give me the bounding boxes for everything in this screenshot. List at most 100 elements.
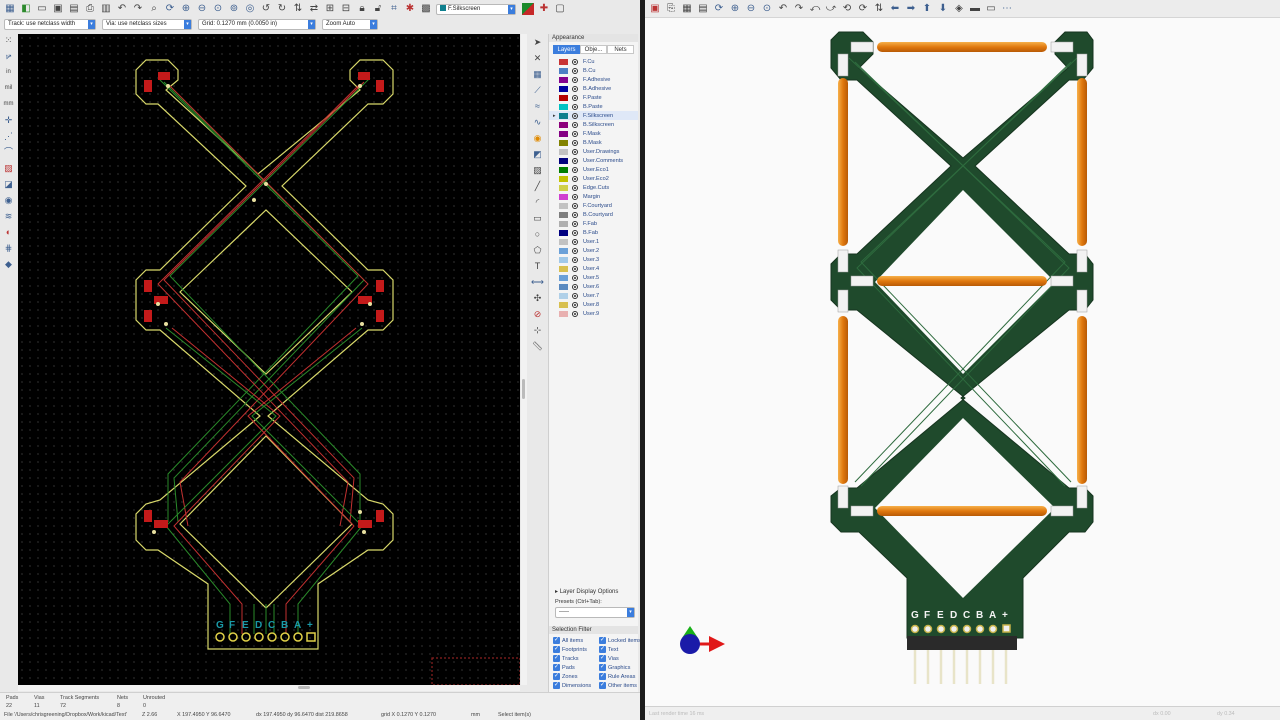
unlock-icon[interactable]: 🔓︎ — [372, 3, 384, 15]
high-contrast-icon[interactable]: ◐ — [3, 226, 15, 238]
visibility-eye-icon[interactable] — [572, 85, 578, 92]
layer-color-swatch[interactable] — [559, 310, 568, 317]
measure-icon[interactable]: 📏︎ — [532, 340, 544, 352]
rotate-z-cw-icon[interactable]: ⟳ — [857, 3, 869, 15]
layer-row[interactable]: B.Fab — [549, 228, 638, 237]
mirror-vertical-icon[interactable]: ⇅ — [292, 3, 304, 15]
selection-filter-item[interactable]: ✓ Other items — [599, 681, 643, 690]
layer-row[interactable]: User.6 — [549, 282, 638, 291]
vertical-scrollbar[interactable] — [521, 34, 527, 685]
layer-row[interactable]: F.Adhesive — [549, 75, 638, 84]
selection-filter-item[interactable]: ✓ Tracks — [553, 654, 599, 663]
zone-fill-icon[interactable]: ▨ — [3, 162, 15, 174]
layer-row[interactable]: User.Drawings — [549, 147, 638, 156]
layer-row[interactable]: User.7 — [549, 291, 638, 300]
via-outline-icon[interactable]: ◉ — [3, 194, 15, 206]
layer-color-swatch[interactable] — [559, 283, 568, 290]
plot-icon[interactable]: ▥ — [100, 3, 112, 15]
visibility-eye-icon[interactable] — [572, 157, 578, 164]
visibility-eye-icon[interactable] — [572, 76, 578, 83]
layer-color-swatch[interactable] — [559, 139, 568, 146]
grid-select[interactable]: Grid: 0.1270 mm (0.0050 in) ▾ — [198, 19, 316, 30]
layer-color-swatch[interactable] — [559, 247, 568, 254]
visibility-eye-icon[interactable] — [572, 310, 578, 317]
set-origin-icon[interactable]: ⊹ — [532, 324, 544, 336]
render-mode-icon[interactable]: ▤ — [697, 3, 709, 15]
visibility-eye-icon[interactable] — [572, 175, 578, 182]
layer-color-swatch[interactable] — [559, 130, 568, 137]
add-footprint-icon[interactable]: ▦ — [532, 68, 544, 80]
show-smd-icon[interactable]: ▭ — [985, 3, 997, 15]
layer-row[interactable]: F.Cu — [549, 57, 638, 66]
delete-tool-icon[interactable]: ⊘ — [532, 308, 544, 320]
layer-row[interactable]: User.Eco2 — [549, 174, 638, 183]
selection-filter-item[interactable]: ✓ Rule Areas — [599, 672, 643, 681]
layer-row[interactable]: User.9 — [549, 309, 638, 318]
redraw-icon[interactable]: ⟳ — [713, 3, 725, 15]
zoom-objects-icon[interactable]: ⊚ — [228, 3, 240, 15]
reload-board-icon[interactable]: ▣ — [649, 3, 661, 15]
rotate-z-ccw-icon[interactable]: ⟲ — [841, 3, 853, 15]
layer-row[interactable]: User.5 — [549, 273, 638, 282]
layer-color-swatch[interactable] — [559, 238, 568, 245]
checkbox-checked-icon[interactable]: ✓ — [599, 646, 606, 653]
layer-row[interactable]: User.Comments — [549, 156, 638, 165]
visibility-eye-icon[interactable] — [572, 166, 578, 173]
checkbox-checked-icon[interactable]: ✓ — [553, 655, 560, 662]
visibility-eye-icon[interactable] — [572, 139, 578, 146]
visibility-eye-icon[interactable] — [572, 229, 578, 236]
layer-color-swatch[interactable] — [559, 256, 568, 263]
layer-pair-color-icon[interactable] — [522, 3, 534, 15]
add-via-icon[interactable]: ◉ — [532, 132, 544, 144]
copy-image-icon[interactable]: ⎘ — [665, 3, 677, 15]
board-setup-icon[interactable]: ▦ — [4, 3, 16, 15]
layer-color-swatch[interactable] — [559, 184, 568, 191]
layer-row[interactable]: F.Mask — [549, 129, 638, 138]
local-ratsnest-icon[interactable]: ✕ — [532, 52, 544, 64]
save-icon[interactable]: ▣ — [52, 3, 64, 15]
layer-color-swatch[interactable] — [559, 229, 568, 236]
selection-filter-item[interactable]: ✓ Dimensions — [553, 681, 599, 690]
ortho-view-icon[interactable]: ◈ — [953, 3, 965, 15]
layer-row[interactable]: B.Silkscreen — [549, 120, 638, 129]
visibility-eye-icon[interactable] — [572, 112, 578, 119]
rotate-x-ccw-icon[interactable]: ↶ — [777, 3, 789, 15]
cursor-style-icon[interactable]: ✛ — [3, 114, 15, 126]
layer-row[interactable]: Margin — [549, 192, 638, 201]
select-tool-icon[interactable]: ➤ — [532, 36, 544, 48]
pad-outline-icon[interactable]: ◪ — [3, 178, 15, 190]
scroll-thumb[interactable] — [522, 379, 525, 399]
layer-row[interactable]: B.Courtyard — [549, 210, 638, 219]
tab-nets[interactable]: Nets — [607, 45, 634, 54]
selection-filter-item[interactable]: ✓ Graphics — [599, 663, 643, 672]
layer-color-swatch[interactable] — [559, 76, 568, 83]
layer-color-swatch[interactable] — [559, 292, 568, 299]
layer-color-swatch[interactable] — [559, 193, 568, 200]
find-icon[interactable]: ⌕ — [148, 3, 160, 15]
ratsnest-icon[interactable]: ⋰ — [3, 130, 15, 142]
tab-layers[interactable]: Layers — [553, 45, 580, 54]
route-track-icon[interactable]: ⟋ — [532, 84, 544, 96]
pan-left-icon[interactable]: ⬅ — [889, 3, 901, 15]
layer-row[interactable]: User.8 — [549, 300, 638, 309]
net-color-icon[interactable]: ⋕ — [3, 242, 15, 254]
rotate-y-cw-icon[interactable]: ⤻ — [825, 3, 837, 15]
visibility-eye-icon[interactable] — [572, 283, 578, 290]
selection-filter-item[interactable]: ✓ All items — [553, 636, 599, 645]
layer-color-swatch[interactable] — [559, 274, 568, 281]
add-dimension-icon[interactable]: ⟷ — [531, 276, 544, 288]
lock-icon[interactable]: 🔒︎ — [356, 3, 368, 15]
layer-display-options[interactable]: ▸ Layer Display Options — [555, 588, 618, 595]
checkbox-checked-icon[interactable]: ✓ — [599, 664, 606, 671]
zoom-in-icon[interactable]: ⊕ — [729, 3, 741, 15]
switch-to-schematic-icon[interactable]: ◧ — [20, 3, 32, 15]
visibility-eye-icon[interactable] — [572, 247, 578, 254]
pan-down-icon[interactable]: ⬇ — [937, 3, 949, 15]
appearance-panel-icon[interactable]: ◆ — [3, 258, 15, 270]
visibility-eye-icon[interactable] — [572, 274, 578, 281]
layer-color-swatch[interactable] — [559, 112, 568, 119]
layer-color-swatch[interactable] — [559, 301, 568, 308]
draw-line-icon[interactable]: ╱ — [532, 180, 544, 192]
add-rule-area-icon[interactable]: ▨ — [532, 164, 544, 176]
layer-color-swatch[interactable] — [559, 148, 568, 155]
